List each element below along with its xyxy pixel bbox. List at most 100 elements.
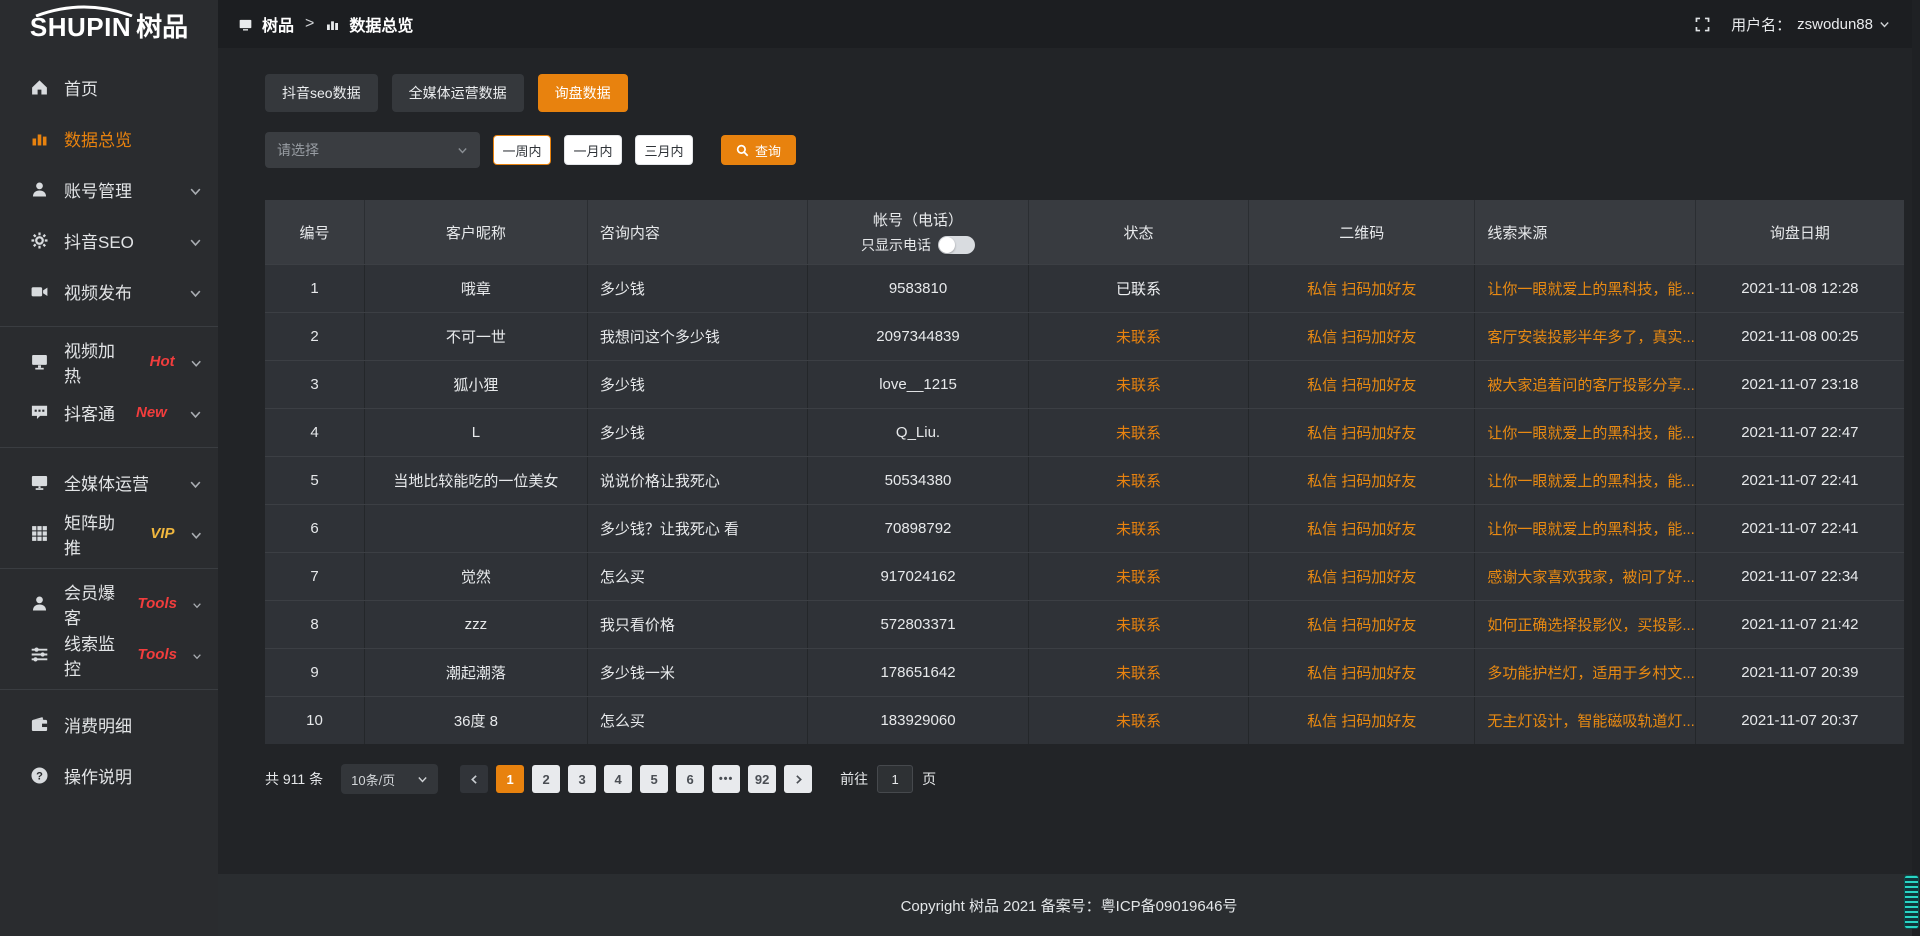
table-row: 5 当地比较能吃的一位美女 说说价格让我死心 50534380 未联系 私信 扫… [265, 456, 1904, 504]
sidebar-item-8[interactable]: 矩阵助推 VIP [0, 508, 218, 559]
sidebar-item-label: 账号管理 [64, 177, 132, 202]
data-tabs: 抖音seo数据全媒体运营数据询盘数据 [265, 74, 1904, 112]
period-button-1[interactable]: 一月内 [564, 135, 622, 165]
source-link[interactable]: 感谢大家喜欢我家，被问了好... [1475, 553, 1695, 600]
content: 抖音seo数据全媒体运营数据询盘数据 请选择 一周内一月内三月内 查询 编号 客… [218, 48, 1920, 874]
home-icon [30, 78, 49, 97]
phone-only-toggle[interactable] [938, 236, 975, 254]
qr-links[interactable]: 私信 扫码加好友 [1249, 313, 1475, 360]
qr-links[interactable]: 私信 扫码加好友 [1249, 457, 1475, 504]
cell-no: 10 [265, 697, 365, 744]
source-link[interactable]: 被大家追着问的客厅投影分享... [1475, 361, 1695, 408]
source-link[interactable]: 无主灯设计，智能磁吸轨道灯... [1475, 697, 1695, 744]
account-select[interactable]: 请选择 [265, 132, 480, 168]
page-button-1[interactable]: 1 [496, 765, 524, 793]
sidebar-item-4[interactable]: 视频发布 [0, 266, 218, 317]
scrollbar-track[interactable] [1912, 0, 1920, 936]
page-size-select[interactable]: 10条/页 [341, 764, 438, 794]
tab-1[interactable]: 全媒体运营数据 [392, 74, 524, 112]
cell-date: 2021-11-08 12:28 [1696, 265, 1904, 312]
qr-links[interactable]: 私信 扫码加好友 [1249, 409, 1475, 456]
tab-2[interactable]: 询盘数据 [538, 74, 628, 112]
source-link[interactable]: 如何正确选择投影仪，买投影... [1475, 601, 1695, 648]
chevron-down-icon [189, 406, 202, 419]
qr-links[interactable]: 私信 扫码加好友 [1249, 601, 1475, 648]
source-link[interactable]: 让你一眼就爱上的黑科技，能... [1475, 265, 1695, 312]
qr-links[interactable]: 私信 扫码加好友 [1249, 649, 1475, 696]
select-placeholder: 请选择 [277, 140, 319, 160]
page-button-2[interactable]: 2 [532, 765, 560, 793]
cell-date: 2021-11-08 00:25 [1696, 313, 1904, 360]
page-button-3[interactable]: 3 [568, 765, 596, 793]
inquiry-table: 编号 客户昵称 咨询内容 帐号（电话） 只显示电话 状态 二维码 线索来源 询盘… [265, 200, 1904, 744]
page-button-5[interactable]: 5 [640, 765, 668, 793]
username-label: 用户名： [1731, 14, 1791, 35]
qr-links[interactable]: 私信 扫码加好友 [1249, 265, 1475, 312]
source-link[interactable]: 客厅安装投影半年多了，真实... [1475, 313, 1695, 360]
sidebar-item-2[interactable]: 账号管理 [0, 164, 218, 215]
sidebar-item-11[interactable]: 消费明细 [0, 699, 218, 750]
svg-text:?: ? [36, 770, 43, 782]
breadcrumb-current[interactable]: 数据总览 [349, 12, 413, 36]
cell-content: 多少钱 [588, 265, 808, 312]
qr-links[interactable]: 私信 扫码加好友 [1249, 505, 1475, 552]
cell-nickname: 哦章 [365, 265, 588, 312]
cell-account: 183929060 [808, 697, 1028, 744]
logo[interactable]: SHUPIN 树品 [0, 0, 218, 54]
cell-status: 未联系 [1029, 697, 1249, 744]
sidebar-item-label: 抖客通 [64, 400, 115, 425]
sidebar-item-1[interactable]: 数据总览 [0, 113, 218, 164]
sidebar-item-0[interactable]: 首页 [0, 62, 218, 113]
cell-nickname: 36度 8 [365, 697, 588, 744]
page-button-6[interactable]: 6 [676, 765, 704, 793]
column-header-qrcode: 二维码 [1249, 200, 1475, 264]
goto-page: 前往 1 页 [840, 765, 936, 793]
sidebar-nav: 首页 数据总览 账号管理 抖音SEO 视频发布 视频加热 Hot 抖客通 New… [0, 54, 218, 936]
qr-links[interactable]: 私信 扫码加好友 [1249, 697, 1475, 744]
breadcrumb-separator: > [303, 15, 316, 33]
sidebar-item-3[interactable]: 抖音SEO [0, 215, 218, 266]
overview-icon [325, 17, 340, 32]
sidebar-item-6[interactable]: 抖客通 New [0, 387, 218, 438]
source-link[interactable]: 多功能护栏灯，适用于乡村文... [1475, 649, 1695, 696]
period-button-0[interactable]: 一周内 [493, 135, 551, 165]
cell-account: love__1215 [808, 361, 1028, 408]
cell-account: Q_Liu. [808, 409, 1028, 456]
source-link[interactable]: 让你一眼就爱上的黑科技，能... [1475, 457, 1695, 504]
table-row: 2 不可一世 我想问这个多少钱 2097344839 未联系 私信 扫码加好友 … [265, 312, 1904, 360]
table-header-row: 编号 客户昵称 咨询内容 帐号（电话） 只显示电话 状态 二维码 线索来源 询盘… [265, 200, 1904, 264]
sidebar-divider [0, 447, 218, 448]
next-page-button[interactable] [784, 765, 812, 793]
prev-page-button[interactable] [460, 765, 488, 793]
fullscreen-icon[interactable] [1694, 16, 1711, 33]
period-button-2[interactable]: 三月内 [635, 135, 693, 165]
tab-0[interactable]: 抖音seo数据 [265, 74, 378, 112]
page-ellipsis[interactable]: ••• [712, 765, 740, 793]
corner-widget[interactable] [1904, 875, 1919, 929]
sidebar-item-badge: Tools [138, 646, 177, 663]
sidebar-item-5[interactable]: 视频加热 Hot [0, 336, 218, 387]
sidebar-item-9[interactable]: 会员爆客 Tools [0, 578, 218, 629]
goto-page-input[interactable]: 1 [877, 765, 913, 793]
sidebar-item-label: 操作说明 [64, 763, 132, 788]
page-button-92[interactable]: 92 [748, 765, 776, 793]
user-menu[interactable]: 用户名：zswodun88 [1731, 14, 1890, 35]
qr-links[interactable]: 私信 扫码加好友 [1249, 361, 1475, 408]
page-unit-label: 页 [922, 769, 936, 789]
sidebar-item-10[interactable]: 线索监控 Tools [0, 629, 218, 680]
user-area: 用户名：zswodun88 [1694, 14, 1890, 35]
source-link[interactable]: 让你一眼就爱上的黑科技，能... [1475, 409, 1695, 456]
sidebar-item-7[interactable]: 全媒体运营 [0, 457, 218, 508]
source-link[interactable]: 让你一眼就爱上的黑科技，能... [1475, 505, 1695, 552]
goto-label: 前往 [840, 769, 868, 789]
chevron-down-icon [457, 145, 468, 156]
table-row: 1 哦章 多少钱 9583810 已联系 私信 扫码加好友 让你一眼就爱上的黑科… [265, 264, 1904, 312]
page-button-4[interactable]: 4 [604, 765, 632, 793]
breadcrumb-home[interactable]: 树品 [262, 12, 294, 36]
search-button[interactable]: 查询 [721, 135, 796, 165]
member-icon [30, 594, 49, 613]
chevron-down-icon [192, 597, 202, 610]
chevron-down-icon [190, 527, 202, 540]
sidebar-item-12[interactable]: ? 操作说明 [0, 750, 218, 801]
qr-links[interactable]: 私信 扫码加好友 [1249, 553, 1475, 600]
